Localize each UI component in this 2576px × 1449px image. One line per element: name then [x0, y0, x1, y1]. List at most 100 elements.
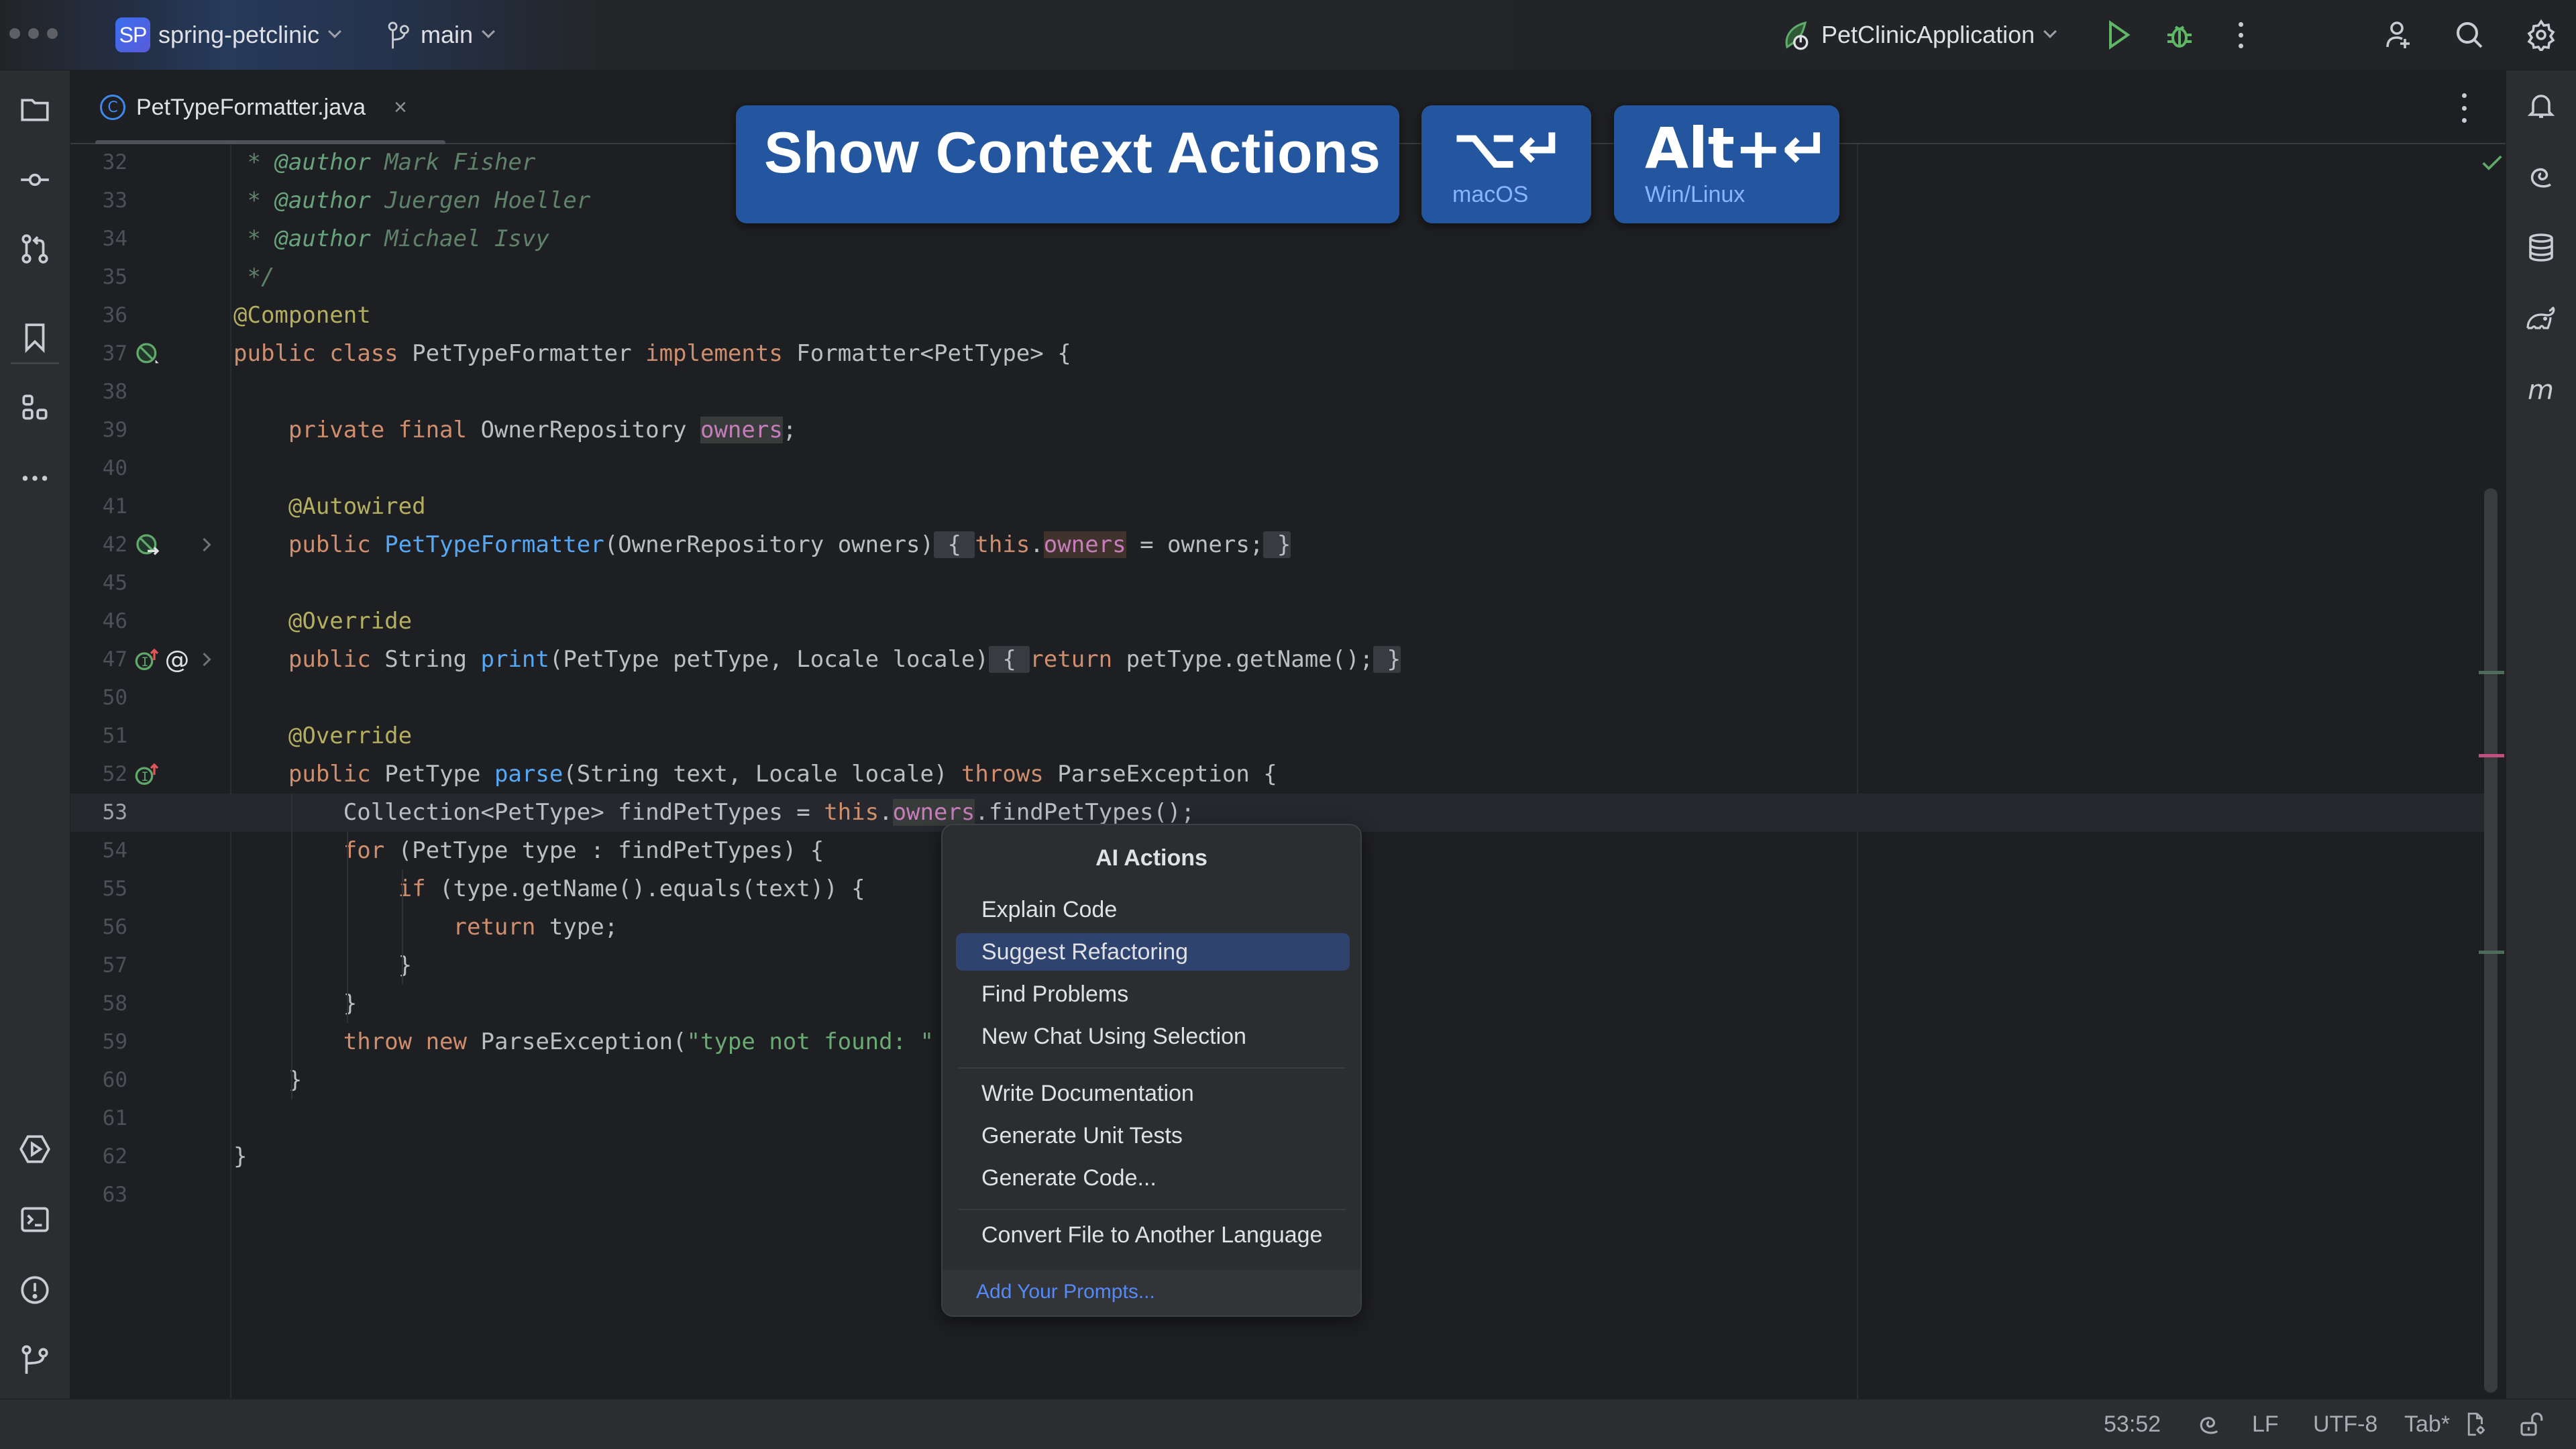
line-number[interactable]: 52 [70, 755, 127, 794]
line-number[interactable]: 63 [70, 1176, 127, 1214]
ai-assistant-tool-button[interactable] [2524, 159, 2559, 194]
line-number[interactable]: 62 [70, 1138, 127, 1176]
database-tool-button[interactable] [2524, 230, 2559, 265]
run-configuration-selector[interactable]: PetClinicApplication [1781, 17, 2057, 53]
line-number[interactable]: 50 [70, 679, 127, 717]
menu-item-new-chat-using-selection[interactable]: New Chat Using Selection [956, 1018, 1350, 1055]
line-number[interactable]: 34 [70, 220, 127, 258]
project-selector[interactable]: SP spring-petclinic [115, 17, 342, 53]
menu-item-explain-code[interactable]: Explain Code [956, 891, 1350, 928]
line-number[interactable]: 53 [70, 794, 127, 832]
structure-tool-button[interactable] [17, 391, 52, 426]
code-line[interactable]: 34 * @author Michael Isvy [70, 220, 2485, 258]
line-number[interactable]: 59 [70, 1023, 127, 1061]
indent-setting[interactable]: Tab* [2404, 1399, 2450, 1449]
settings-button[interactable] [2524, 17, 2559, 52]
scrollbar-marker-usage[interactable] [2479, 671, 2504, 674]
line-number[interactable]: 40 [70, 449, 127, 488]
line-number[interactable]: 33 [70, 182, 127, 220]
vertical-scrollbar[interactable] [2484, 488, 2498, 1393]
code-line[interactable]: 50 [70, 679, 2485, 717]
line-number[interactable]: 58 [70, 985, 127, 1023]
code-line[interactable]: 40 [70, 449, 2485, 488]
search-everywhere-button[interactable] [2452, 17, 2487, 52]
menu-item-generate-code[interactable]: Generate Code... [956, 1159, 1350, 1197]
menu-item-find-problems[interactable]: Find Problems [956, 975, 1350, 1013]
code-line[interactable]: 42 public PetTypeFormatter(OwnerReposito… [70, 526, 2485, 564]
maven-tool-button[interactable]: m [2524, 372, 2559, 407]
code-line[interactable]: 45 [70, 564, 2485, 602]
read-only-toggle[interactable] [2517, 1410, 2545, 1438]
line-number[interactable]: 56 [70, 908, 127, 947]
notifications-tool-button[interactable] [2524, 88, 2559, 123]
menu-item-write-documentation[interactable]: Write Documentation [956, 1075, 1350, 1112]
line-number[interactable]: 46 [70, 602, 127, 641]
line-number[interactable]: 51 [70, 717, 127, 755]
close-tab-icon[interactable]: × [394, 95, 407, 121]
code-with-me-button[interactable] [2381, 17, 2416, 52]
window-minimize-button[interactable] [28, 28, 39, 39]
editor-tab[interactable]: C PetTypeFormatter.java × [92, 70, 445, 146]
window-zoom-button[interactable] [47, 28, 58, 39]
line-number[interactable]: 61 [70, 1099, 127, 1138]
chevron-right-icon[interactable] [195, 533, 219, 557]
scrollbar-marker-write[interactable] [2479, 754, 2504, 757]
debug-button[interactable] [2162, 17, 2197, 52]
code-line[interactable]: 38 [70, 373, 2485, 411]
more-tool-windows-button[interactable] [17, 461, 52, 496]
run-button[interactable] [2101, 17, 2136, 52]
bookmarks-tool-button[interactable] [17, 320, 52, 355]
editorconfig-status[interactable] [2461, 1410, 2489, 1438]
pull-requests-tool-button[interactable] [17, 231, 52, 266]
implements-icon[interactable]: I [134, 761, 161, 788]
more-actions-button[interactable] [2223, 17, 2258, 52]
inspections-ok-icon[interactable] [2479, 150, 2506, 176]
file-encoding[interactable]: UTF-8 [2313, 1399, 2377, 1449]
git-tool-button[interactable] [17, 1342, 52, 1377]
line-number[interactable]: 38 [70, 373, 127, 411]
line-separator[interactable]: LF [2252, 1399, 2279, 1449]
bean-inject-icon[interactable] [134, 532, 161, 559]
code-line[interactable]: 36 @Component [70, 297, 2485, 335]
caret-position[interactable]: 53:52 [2104, 1399, 2161, 1449]
line-number[interactable]: 60 [70, 1061, 127, 1099]
line-number[interactable]: 54 [70, 832, 127, 870]
terminal-tool-button[interactable] [17, 1202, 52, 1237]
branch-selector[interactable]: main [386, 17, 495, 53]
menu-item-convert-file-to-another-language[interactable]: Convert File to Another Language [956, 1216, 1350, 1254]
menu-item-suggest-refactoring[interactable]: Suggest Refactoring [956, 933, 1350, 971]
annotation-icon[interactable]: @ [164, 645, 191, 674]
code-line[interactable]: 35 */ [70, 258, 2485, 297]
code-line[interactable]: 37 public class PetTypeFormatter implemen… [70, 335, 2485, 373]
line-number[interactable]: 35 [70, 258, 127, 297]
menu-item-generate-unit-tests[interactable]: Generate Unit Tests [956, 1117, 1350, 1155]
window-close-button[interactable] [9, 28, 20, 39]
gradle-tool-button[interactable] [2524, 301, 2559, 336]
line-number[interactable]: 41 [70, 488, 127, 526]
code-line[interactable]: 46 @Override [70, 602, 2485, 641]
line-number[interactable]: 42 [70, 526, 127, 564]
add-your-prompts-link[interactable]: Add Your Prompts... [943, 1270, 1360, 1316]
ai-assistant-status[interactable] [2195, 1410, 2223, 1438]
code-line[interactable]: 47 I @ public String print(PetType petType… [70, 641, 2485, 679]
commit-tool-button[interactable] [17, 162, 52, 197]
line-number[interactable]: 36 [70, 297, 127, 335]
scrollbar-marker-usage[interactable] [2479, 951, 2504, 954]
line-number[interactable]: 45 [70, 564, 127, 602]
line-number[interactable]: 39 [70, 411, 127, 449]
tab-options-button[interactable] [2457, 93, 2471, 123]
code-line[interactable]: 41 @Autowired [70, 488, 2485, 526]
code-line[interactable]: 51 @Override [70, 717, 2485, 755]
line-number[interactable]: 47 [70, 641, 127, 679]
line-number[interactable]: 37 [70, 335, 127, 373]
services-tool-button[interactable] [17, 1132, 52, 1167]
window-controls[interactable] [9, 28, 58, 39]
project-tool-button[interactable] [17, 93, 52, 127]
chevron-right-icon[interactable] [195, 647, 219, 672]
code-line[interactable]: 52 I public PetType parse(String text, Lo… [70, 755, 2485, 794]
line-number[interactable]: 55 [70, 870, 127, 908]
problems-tool-button[interactable] [17, 1273, 52, 1307]
code-line[interactable]: 39 private final OwnerRepository owners; [70, 411, 2485, 449]
line-number[interactable]: 57 [70, 947, 127, 985]
implements-icon[interactable]: I [134, 647, 161, 674]
